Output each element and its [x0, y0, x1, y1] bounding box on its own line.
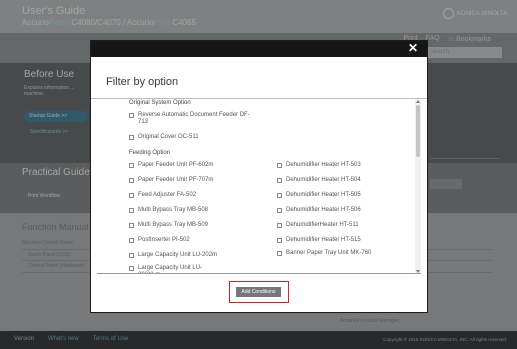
- option-checkbox-item[interactable]: Banner Paper Tray Unit MK-760: [277, 250, 397, 257]
- checkbox[interactable]: [129, 163, 134, 168]
- option-checkbox-item[interactable]: Paper Feeder Unit PF-707m: [129, 177, 259, 184]
- option-checkbox-item[interactable]: Feed Adjuster FA-502: [129, 192, 259, 199]
- checkbox[interactable]: [277, 178, 282, 183]
- checkbox[interactable]: [129, 253, 134, 258]
- checkbox[interactable]: [129, 178, 134, 183]
- checkbox[interactable]: [277, 238, 282, 243]
- options-list[interactable]: Original System Option Reverse Automatic…: [97, 99, 421, 274]
- add-conditions-button[interactable]: Add Conditions: [236, 287, 281, 297]
- checkbox[interactable]: [277, 251, 282, 256]
- modal-header: Filter by option: [91, 57, 427, 99]
- checkbox[interactable]: [129, 266, 134, 271]
- option-checkbox-item[interactable]: Reverse Automatic Document Feeder DF-713: [129, 112, 259, 126]
- option-checkbox-item[interactable]: PostInserter PI-502: [129, 237, 259, 244]
- checkbox[interactable]: [129, 135, 134, 140]
- option-checkbox-item[interactable]: Dehumidifier Heater HT-505: [277, 192, 407, 199]
- scroll-up-arrow-icon[interactable]: [416, 100, 420, 103]
- checkbox[interactable]: [129, 193, 134, 198]
- checkbox[interactable]: [277, 163, 282, 168]
- option-checkbox-item[interactable]: Multi Bypass Tray MB-508: [129, 207, 259, 214]
- checkbox[interactable]: [129, 238, 134, 243]
- modal-title-bar: ✕: [91, 41, 427, 57]
- option-checkbox-item[interactable]: Large Capacity Unit LU-202XLm: [129, 265, 219, 273]
- checkbox[interactable]: [129, 113, 134, 118]
- checkbox[interactable]: [277, 208, 282, 213]
- option-checkbox-item[interactable]: Dehumidifier Heater HT-506: [277, 207, 407, 214]
- checkbox[interactable]: [129, 208, 134, 213]
- checkbox[interactable]: [277, 223, 282, 228]
- modal-title: Filter by option: [106, 76, 179, 88]
- filter-modal: ✕ Filter by option Original System Optio…: [90, 40, 428, 313]
- checkbox[interactable]: [277, 193, 282, 198]
- checkbox[interactable]: [129, 223, 134, 228]
- section-title-feeding: Feeding Option: [129, 150, 171, 156]
- option-checkbox-item[interactable]: Dehumidifier Heater HT-503: [277, 162, 407, 169]
- option-checkbox-item[interactable]: Original Cover OC-511: [129, 134, 259, 141]
- option-checkbox-item[interactable]: Large Capacity Unit LU-202m: [129, 252, 259, 259]
- option-checkbox-item[interactable]: Dehumidifier Heater HT-515: [277, 237, 407, 244]
- option-checkbox-item[interactable]: Multi Bypass Tray MB-509: [129, 222, 259, 229]
- scroll-down-arrow-icon[interactable]: [416, 270, 420, 273]
- options-scrollbar[interactable]: [415, 99, 421, 273]
- option-checkbox-item[interactable]: Dehumidifier Heater HT-504: [277, 177, 407, 184]
- add-conditions-highlight: Add Conditions: [229, 281, 289, 303]
- modal-footer: Add Conditions: [91, 275, 427, 312]
- close-icon[interactable]: ✕: [407, 42, 419, 55]
- section-title-original-system: Original System Option: [129, 100, 191, 106]
- scrollbar-thumb[interactable]: [416, 105, 420, 157]
- option-checkbox-item[interactable]: DehumidifierHeater HT-511: [277, 222, 407, 229]
- option-checkbox-item[interactable]: Paper Feeder Unit PF-602m: [129, 162, 259, 169]
